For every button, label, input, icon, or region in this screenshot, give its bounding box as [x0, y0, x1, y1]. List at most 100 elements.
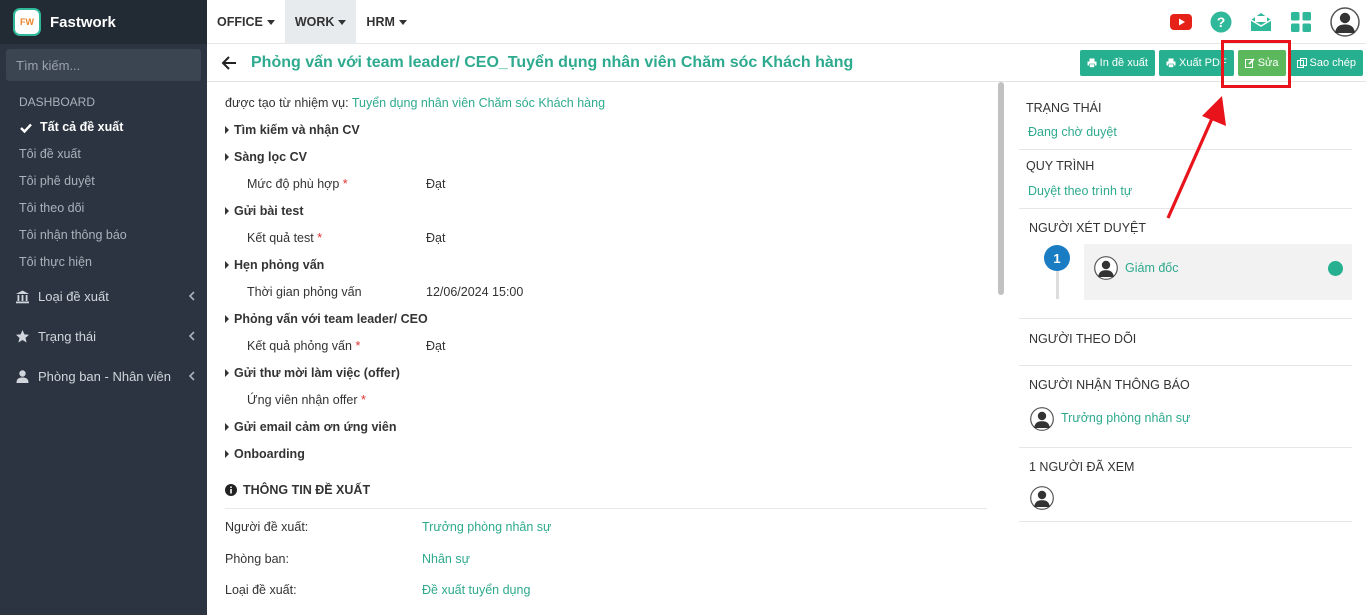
step-item[interactable]: Gửi bài test — [225, 204, 303, 218]
field-value: Đạt — [426, 339, 446, 353]
field-value: 12/06/2024 15:00 — [426, 285, 524, 299]
step-item[interactable]: Phỏng vấn với team leader/ CEO — [225, 312, 428, 326]
divider — [225, 508, 987, 509]
annotation-arrow-icon — [1166, 96, 1226, 219]
step-connector — [1056, 271, 1059, 299]
info-label: Loại đề xuất: — [225, 583, 297, 597]
sidebar-item-my-proposals[interactable]: Tôi đề xuất — [0, 141, 207, 168]
process-title: QUY TRÌNH — [1026, 159, 1095, 173]
app-logo: FW — [13, 8, 41, 36]
topnav-work[interactable]: WORK — [284, 0, 357, 44]
field-value: Đạt — [426, 177, 446, 191]
topnav-office[interactable]: OFFICE — [207, 0, 285, 44]
caret-right-icon — [225, 315, 229, 323]
content-scrollbar[interactable] — [998, 82, 1004, 295]
mail-open-icon[interactable] — [1250, 11, 1272, 33]
avatar — [1094, 256, 1118, 280]
chevron-left-icon — [188, 371, 195, 381]
info-value-proposer[interactable]: Trưởng phòng nhân sự — [422, 520, 551, 534]
chevron-left-icon — [188, 291, 195, 301]
print-icon — [1166, 58, 1176, 68]
chevron-left-icon — [188, 331, 195, 341]
bank-icon — [16, 290, 29, 303]
check-icon — [20, 123, 32, 133]
sidebar: FW Fastwork DASHBOARD Tất cả đề xuất Tôi… — [0, 0, 207, 615]
approver-status-dot — [1328, 261, 1343, 276]
info-value-proposal-type[interactable]: Đề xuất tuyển dụng — [422, 583, 530, 597]
divider — [1019, 318, 1352, 319]
sidebar-group-label: Loại đề xuất — [38, 288, 109, 304]
search-input[interactable] — [16, 57, 192, 73]
annotation-highlight-box — [1221, 40, 1291, 88]
proposal-info-heading: THÔNG TIN ĐỀ XUẤT — [225, 483, 370, 497]
approver-name: Giám đốc — [1125, 261, 1179, 275]
step-item[interactable]: Tìm kiếm và nhận CV — [225, 123, 360, 137]
sidebar-search — [6, 49, 201, 81]
approver-card[interactable]: Giám đốc — [1084, 244, 1352, 300]
caret-right-icon — [225, 450, 229, 458]
caret-down-icon — [338, 19, 347, 25]
notify-name[interactable]: Trưởng phòng nhân sự — [1061, 411, 1190, 425]
help-icon[interactable]: ? — [1210, 11, 1232, 33]
page-title: Phỏng vấn với team leader/ CEO_Tuyển dụn… — [251, 53, 854, 71]
sidebar-item-my-approvals[interactable]: Tôi phê duyệt — [0, 168, 207, 195]
approvers-title: NGƯỜI XÉT DUYỆT — [1029, 221, 1147, 235]
caret-right-icon — [225, 126, 229, 134]
caret-right-icon — [225, 207, 229, 215]
apps-grid-icon[interactable] — [1290, 11, 1312, 33]
avatar — [1030, 407, 1054, 431]
sidebar-item-all-proposals[interactable]: Tất cả đề xuất — [0, 114, 207, 141]
action-buttons: In đề xuất Xuất PDF Sửa Sao chép — [1076, 50, 1363, 76]
step-item[interactable]: Onboarding — [225, 447, 305, 461]
user-avatar[interactable] — [1330, 7, 1360, 37]
origin-task: được tạo từ nhiệm vụ: Tuyển dụng nhân vi… — [225, 96, 606, 110]
field-label: Kết quả test * — [247, 231, 323, 245]
step-item[interactable]: Gửi email cảm ơn ứng viên — [225, 420, 396, 434]
info-label: Phòng ban: — [225, 552, 289, 566]
brand[interactable]: FW Fastwork — [0, 0, 207, 44]
title-bar: Phỏng vấn với team leader/ CEO_Tuyển dụn… — [207, 44, 1366, 82]
sidebar-group-label: Phòng ban - Nhân viên — [38, 368, 171, 384]
field-label: Mức độ phù hợp * — [247, 177, 348, 191]
print-button[interactable]: In đề xuất — [1079, 50, 1155, 76]
user-icon — [16, 369, 29, 383]
status-title: TRẠNG THÁI — [1026, 101, 1102, 115]
field-label: Thời gian phỏng vấn — [247, 285, 362, 299]
sidebar-group-status[interactable]: Trạng thái — [0, 316, 207, 356]
approver-step-badge: 1 — [1044, 245, 1070, 271]
process-value[interactable]: Duyệt theo trình tự — [1028, 184, 1132, 198]
field-label: Ứng viên nhận offer * — [247, 393, 366, 407]
origin-task-link[interactable]: Tuyển dụng nhân viên Chăm sóc Khách hàng — [352, 96, 605, 110]
sidebar-item-following[interactable]: Tôi theo dõi — [0, 195, 207, 222]
divider — [1019, 447, 1352, 448]
caret-right-icon — [225, 261, 229, 269]
youtube-icon[interactable] — [1170, 11, 1192, 33]
sidebar-item-label: Tất cả đề xuất — [40, 120, 124, 134]
caret-right-icon — [225, 423, 229, 431]
proposal-content: được tạo từ nhiệm vụ: Tuyển dụng nhân vi… — [207, 83, 1007, 615]
divider — [1019, 365, 1352, 366]
svg-text:?: ? — [1217, 14, 1226, 30]
step-item[interactable]: Gửi thư mời làm việc (offer) — [225, 366, 400, 380]
sidebar-item-notified[interactable]: Tôi nhận thông báo — [0, 222, 207, 249]
sidebar-group-proposal-types[interactable]: Loại đề xuất — [0, 276, 207, 316]
back-arrow-icon[interactable] — [221, 55, 237, 71]
caret-right-icon — [225, 369, 229, 377]
topnav-hrm[interactable]: HRM — [356, 0, 416, 44]
viewed-title: 1 NGƯỜI ĐÃ XEM — [1029, 460, 1135, 474]
info-label: Người đề xuất: — [225, 520, 309, 534]
step-item[interactable]: Hẹn phỏng vấn — [225, 258, 324, 272]
followers-title: NGƯỜI THEO DÕI — [1029, 332, 1137, 346]
sidebar-section-dashboard: DASHBOARD — [19, 95, 96, 109]
caret-right-icon — [225, 153, 229, 161]
top-icons: ? — [1152, 0, 1366, 44]
step-item[interactable]: Sàng lọc CV — [225, 150, 307, 164]
copy-button[interactable]: Sao chép — [1289, 50, 1363, 76]
info-icon — [225, 484, 237, 496]
sidebar-group-label: Trạng thái — [38, 328, 97, 344]
avatar[interactable] — [1030, 486, 1054, 510]
sidebar-item-executing[interactable]: Tôi thực hiện — [0, 249, 207, 276]
field-value: Đạt — [426, 231, 446, 245]
info-value-department[interactable]: Nhân sự — [422, 552, 470, 566]
sidebar-group-departments[interactable]: Phòng ban - Nhân viên — [0, 356, 207, 396]
